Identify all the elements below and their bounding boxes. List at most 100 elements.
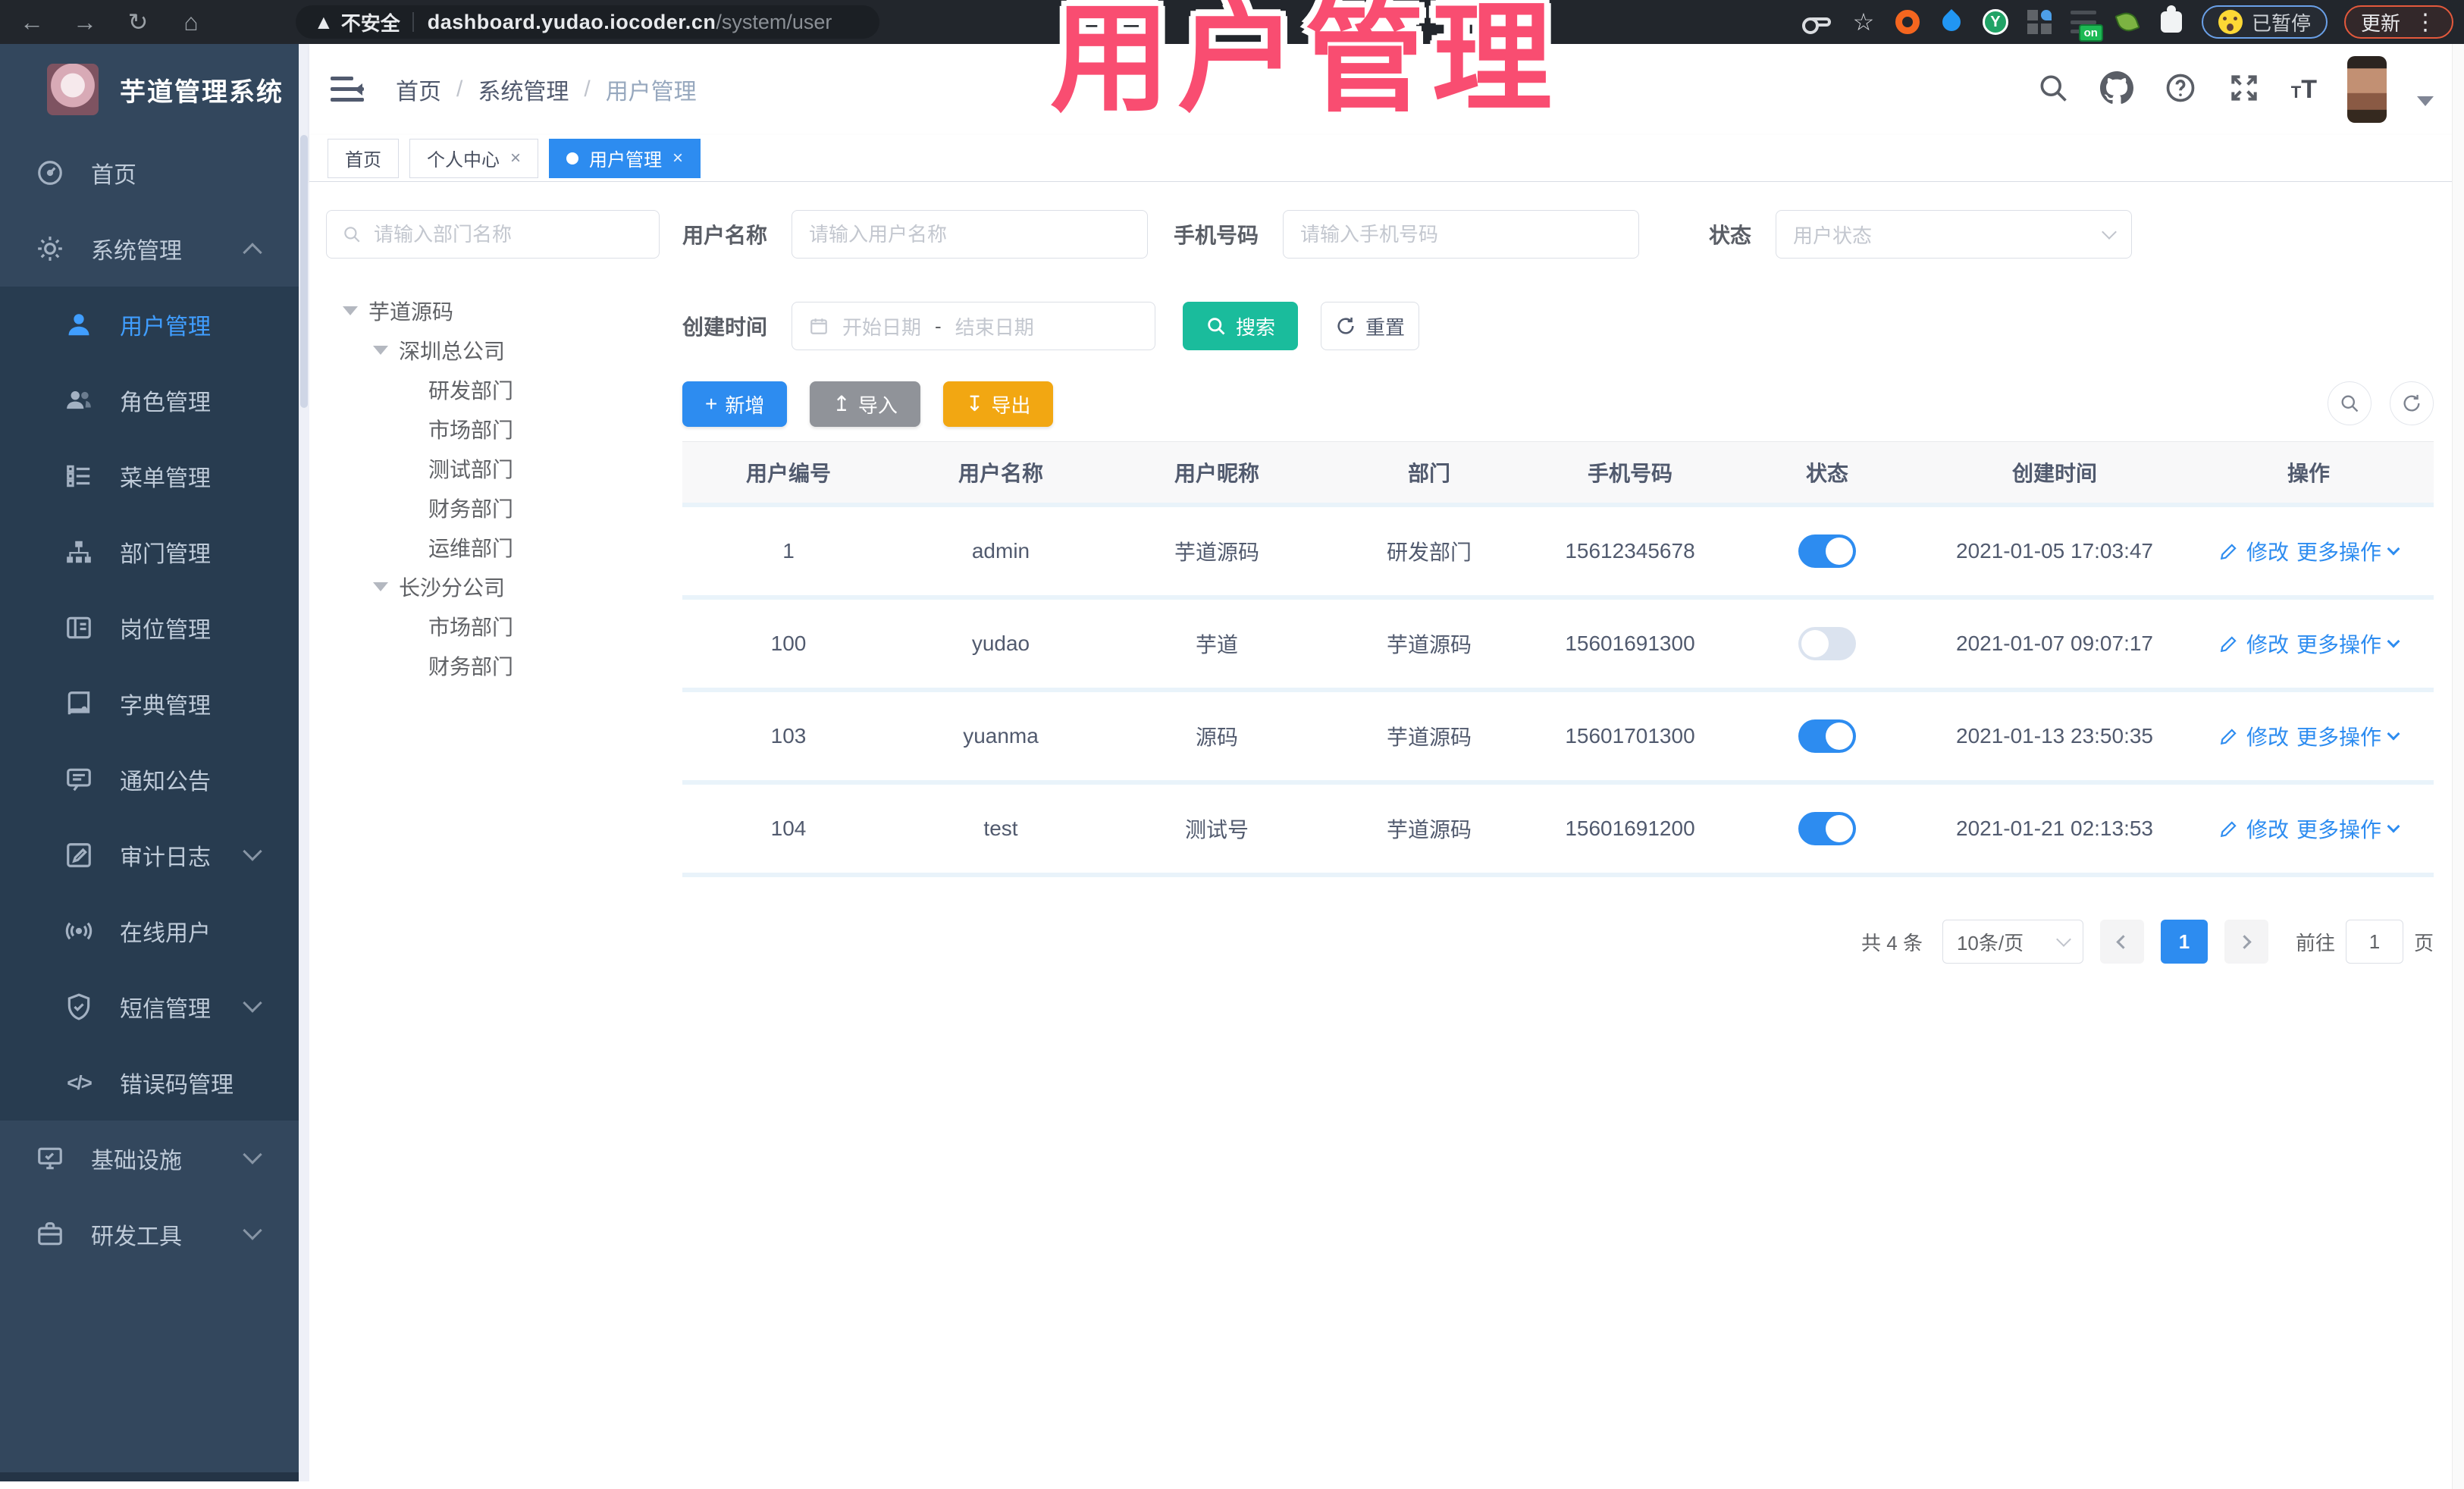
sidebar-item-online-users[interactable]: 在线用户 xyxy=(0,893,299,969)
edit-link[interactable]: 修改 xyxy=(2246,721,2289,751)
sidebar-item-sms-mgmt[interactable]: 短信管理 xyxy=(0,969,299,1045)
sidebar-item-user-mgmt[interactable]: 用户管理 xyxy=(0,287,299,362)
status-toggle[interactable] xyxy=(1798,812,1856,845)
add-button[interactable]: + 新增 xyxy=(682,381,788,427)
github-icon[interactable] xyxy=(2099,71,2133,108)
sidebar-item-notice[interactable]: 通知公告 xyxy=(0,741,299,817)
browser-reload-icon[interactable]: ↻ xyxy=(117,5,159,39)
extensions-puzzle-icon[interactable] xyxy=(2158,5,2185,36)
password-key-icon[interactable] xyxy=(1801,8,1833,36)
browser-forward-icon[interactable]: → xyxy=(64,5,106,39)
import-button[interactable]: ↥ 导入 xyxy=(810,381,920,427)
search-icon xyxy=(2341,395,2359,412)
page-scrollbar[interactable] xyxy=(2452,44,2464,1489)
extension-green-y-icon[interactable]: Y xyxy=(1982,8,2009,36)
dept-search-box[interactable] xyxy=(326,210,660,259)
prev-page-button[interactable] xyxy=(2099,920,2144,964)
tree-node-root[interactable]: 芋道源码 xyxy=(326,291,660,331)
tree-node[interactable]: 测试部门 xyxy=(326,449,660,488)
username-input[interactable] xyxy=(809,222,1131,246)
avatar-caret-icon[interactable] xyxy=(2417,96,2434,106)
header-search-icon[interactable] xyxy=(2036,71,2070,108)
mobile-input[interactable] xyxy=(1300,222,1622,246)
hide-search-button[interactable] xyxy=(2328,381,2372,425)
date-range-picker[interactable]: 开始日期 - 结束日期 xyxy=(792,302,1156,350)
extension-blue-drop-icon[interactable] xyxy=(1938,8,1965,36)
dept-search-input[interactable] xyxy=(374,222,624,246)
tree-node[interactable]: 市场部门 xyxy=(326,607,660,646)
sidebar-scrollbar[interactable] xyxy=(299,44,309,1481)
extension-switch-icon[interactable]: on xyxy=(2070,8,2103,42)
sidebar-item-audit-log[interactable]: 审计日志 xyxy=(0,817,299,893)
status-toggle[interactable] xyxy=(1798,534,1856,568)
breadcrumb-home[interactable]: 首页 xyxy=(396,73,441,106)
sidebar-item-post-mgmt[interactable]: 岗位管理 xyxy=(0,590,299,666)
sidebar-collapse-icon[interactable] xyxy=(331,75,365,104)
sidebar-item-menu-mgmt[interactable]: 菜单管理 xyxy=(0,438,299,514)
mobile-field[interactable] xyxy=(1283,210,1640,259)
sidebar-item-dict-mgmt[interactable]: 字典管理 xyxy=(0,666,299,741)
close-icon[interactable]: × xyxy=(672,148,683,169)
export-button[interactable]: ↧ 导出 xyxy=(942,381,1054,427)
col-header-username: 用户名称 xyxy=(958,462,1043,485)
browser-back-icon[interactable]: ← xyxy=(11,5,53,39)
sidebar-item-role-mgmt[interactable]: 角色管理 xyxy=(0,362,299,438)
more-actions-link[interactable]: 更多操作 xyxy=(2296,721,2381,751)
tag-profile[interactable]: 个人中心 × xyxy=(409,138,539,178)
security-label[interactable]: 不安全 xyxy=(341,8,400,36)
user-avatar[interactable] xyxy=(2347,56,2387,123)
tree-node[interactable]: 长沙分公司 xyxy=(326,567,660,607)
goto-page-input[interactable] xyxy=(2345,920,2403,964)
current-page-button[interactable]: 1 xyxy=(2160,920,2208,964)
page-size-select[interactable]: 10条/页 xyxy=(1942,920,2083,964)
extension-orange-ring-icon[interactable] xyxy=(1894,8,1921,36)
tree-caret-icon[interactable] xyxy=(373,582,388,591)
tree-node[interactable]: 研发部门 xyxy=(326,370,660,409)
tree-node[interactable]: 财务部门 xyxy=(326,646,660,685)
browser-update-button[interactable]: 更新 ⋮ xyxy=(2343,5,2453,39)
sidebar-item-label: 错误码管理 xyxy=(120,1073,234,1098)
edit-link[interactable]: 修改 xyxy=(2246,629,2289,659)
tree-caret-icon[interactable] xyxy=(373,346,388,355)
notice-icon xyxy=(62,763,96,796)
tree-node[interactable]: 深圳总公司 xyxy=(326,331,660,370)
browser-menu-icon[interactable]: ⋮ xyxy=(2414,9,2437,36)
tag-home[interactable]: 首页 xyxy=(328,138,399,178)
edit-link[interactable]: 修改 xyxy=(2246,536,2289,566)
sidebar-item-home[interactable]: 首页 xyxy=(0,135,299,211)
extension-leaf-icon[interactable] xyxy=(2114,8,2141,36)
fullscreen-icon[interactable] xyxy=(2227,71,2261,108)
font-size-icon[interactable]: TT xyxy=(2291,75,2317,105)
breadcrumb-system[interactable]: 系统管理 xyxy=(478,73,569,106)
status-select[interactable]: 用户状态 xyxy=(1776,210,2133,259)
sidebar-item-infrastructure[interactable]: 基础设施 xyxy=(0,1121,299,1196)
tree-node[interactable]: 市场部门 xyxy=(326,409,660,449)
address-bar[interactable]: ▲ 不安全 dashboard.yudao.iocoder.cn /system… xyxy=(296,5,879,39)
tree-node[interactable]: 运维部门 xyxy=(326,528,660,567)
tree-caret-icon[interactable] xyxy=(343,306,358,315)
app-logo-row[interactable]: 芋道管理系统 xyxy=(0,44,299,135)
more-actions-link[interactable]: 更多操作 xyxy=(2296,813,2381,844)
browser-home-icon[interactable]: ⌂ xyxy=(170,5,212,39)
sidebar-item-dept-mgmt[interactable]: 部门管理 xyxy=(0,514,299,590)
tag-user-mgmt-active[interactable]: 用户管理 × xyxy=(549,138,701,178)
reset-button[interactable]: 重置 xyxy=(1321,302,1420,350)
refresh-table-button[interactable] xyxy=(2390,381,2434,425)
edit-link[interactable]: 修改 xyxy=(2246,813,2289,844)
help-icon[interactable] xyxy=(2164,71,2197,108)
status-toggle[interactable] xyxy=(1798,627,1856,660)
next-page-button[interactable] xyxy=(2224,920,2268,964)
status-toggle[interactable] xyxy=(1798,719,1856,753)
search-button[interactable]: 搜索 xyxy=(1183,302,1299,350)
bookmark-star-icon[interactable]: ☆ xyxy=(1850,8,1877,36)
profile-paused-button[interactable]: 已暂停 xyxy=(2201,5,2328,39)
more-actions-link[interactable]: 更多操作 xyxy=(2296,629,2381,659)
sidebar-item-dev-tools[interactable]: 研发工具 xyxy=(0,1196,299,1272)
sidebar-item-error-code[interactable]: </> 错误码管理 xyxy=(0,1045,299,1121)
sidebar-item-system[interactable]: 系统管理 xyxy=(0,211,299,287)
close-icon[interactable]: × xyxy=(510,148,521,169)
username-field[interactable] xyxy=(792,210,1149,259)
extension-grid-icon[interactable] xyxy=(2026,8,2053,36)
more-actions-link[interactable]: 更多操作 xyxy=(2296,536,2381,566)
tree-node[interactable]: 财务部门 xyxy=(326,488,660,528)
